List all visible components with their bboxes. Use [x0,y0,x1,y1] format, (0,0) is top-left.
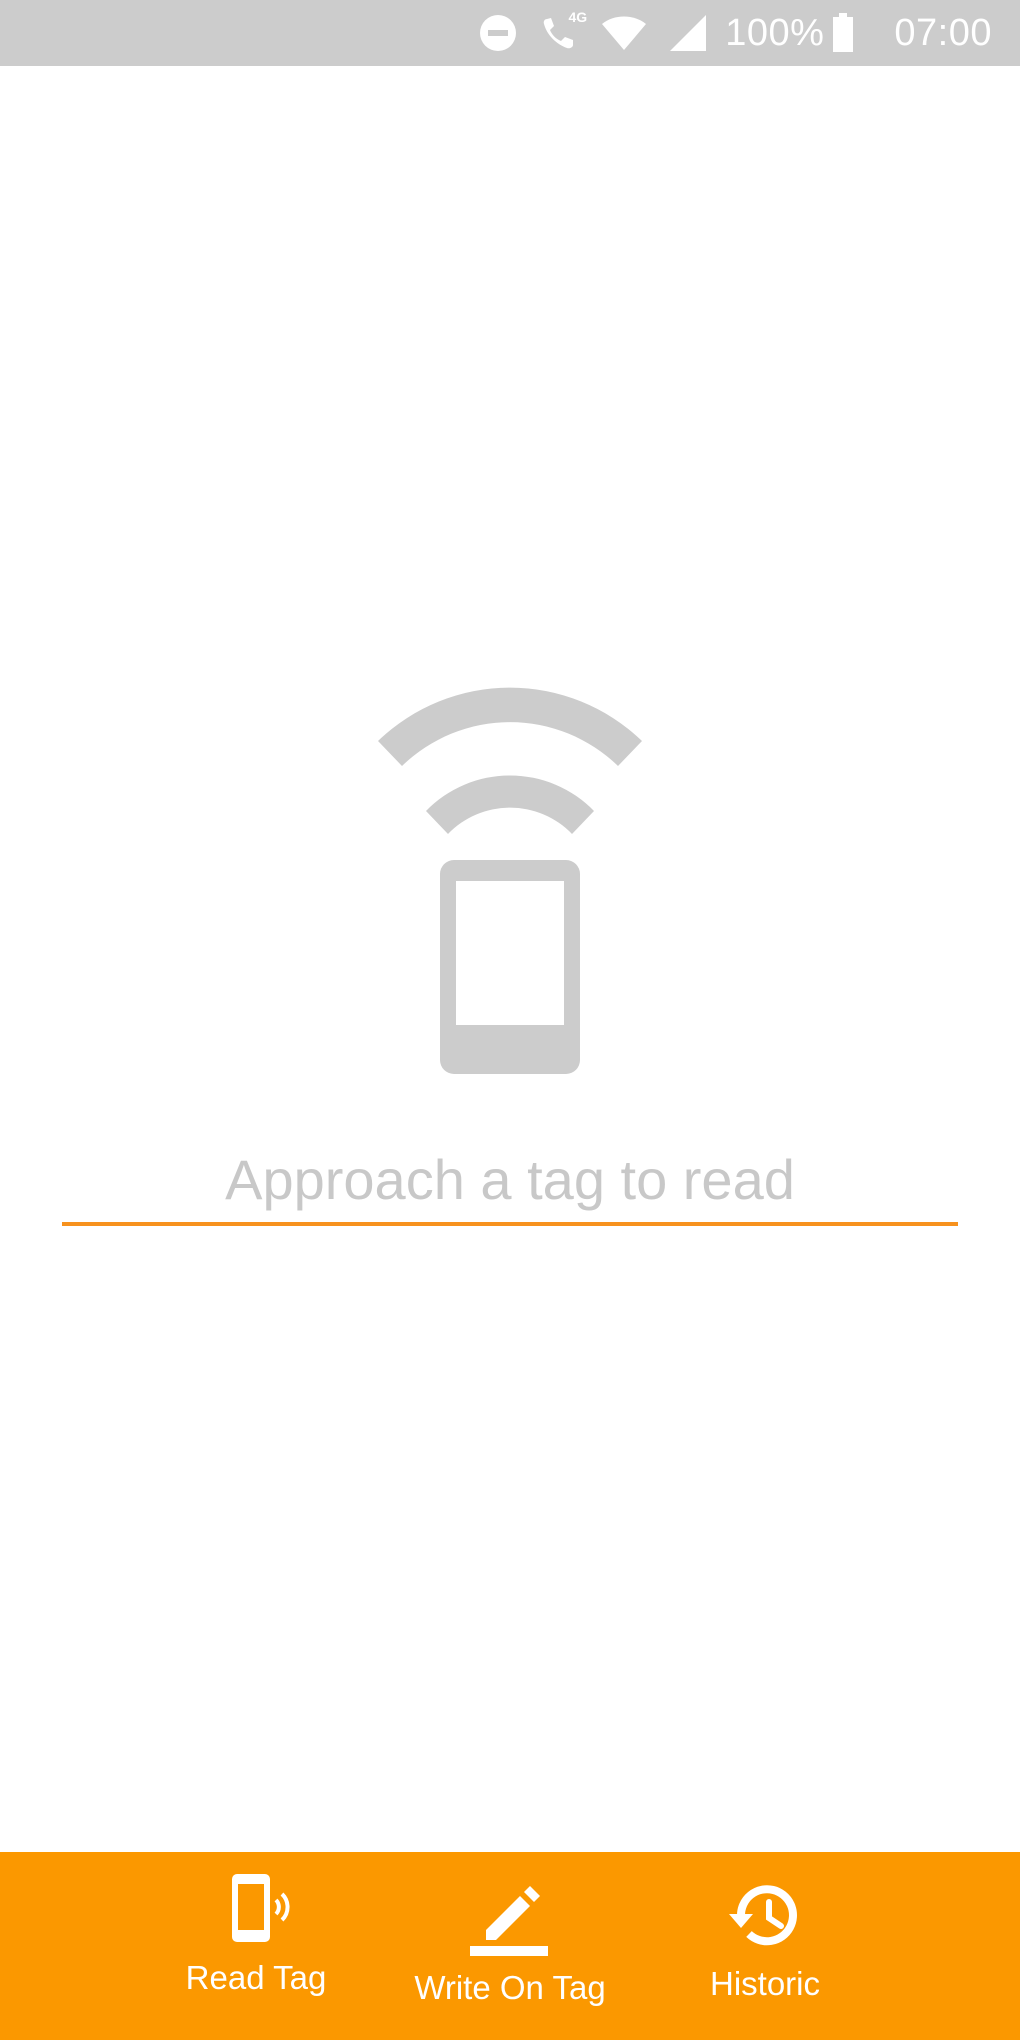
call-badge: 4G [568,9,588,25]
volte-call-icon: 4G [539,9,587,53]
nfc-phone-icon [360,626,660,1076]
do-not-disturb-icon [479,14,517,52]
phone-read-icon [216,1868,296,1953]
wifi-icon [601,15,647,51]
nav-read-tag[interactable]: Read Tag [156,1852,356,2040]
nav-historic[interactable]: Historic [665,1852,865,2040]
nav-read-tag-label: Read Tag [185,1959,327,1996]
status-bar: 4G 100% 07:00 [0,0,1020,66]
clock: 07:00 [894,11,992,54]
signal-icon [669,14,707,52]
pencil-icon [468,1874,552,1963]
history-icon [727,1878,803,1959]
nav-historic-label: Historic [709,1965,820,2002]
main-content: Approach a tag to read [0,66,1020,1852]
bottom-navigation: Read Tag Write On Tag Historic [0,1852,1020,2040]
battery-icon [832,13,854,53]
read-status-field: Approach a tag to read [62,1136,958,1226]
battery-percent: 100% [725,11,825,54]
nav-write-on-tag[interactable]: Write On Tag [390,1852,630,2040]
nav-write-on-tag-label: Write On Tag [414,1969,606,2006]
screen: 4G 100% 07:00 Approach a tag to read Rea… [0,0,1020,2040]
read-prompt: Approach a tag to read [225,1148,795,1211]
